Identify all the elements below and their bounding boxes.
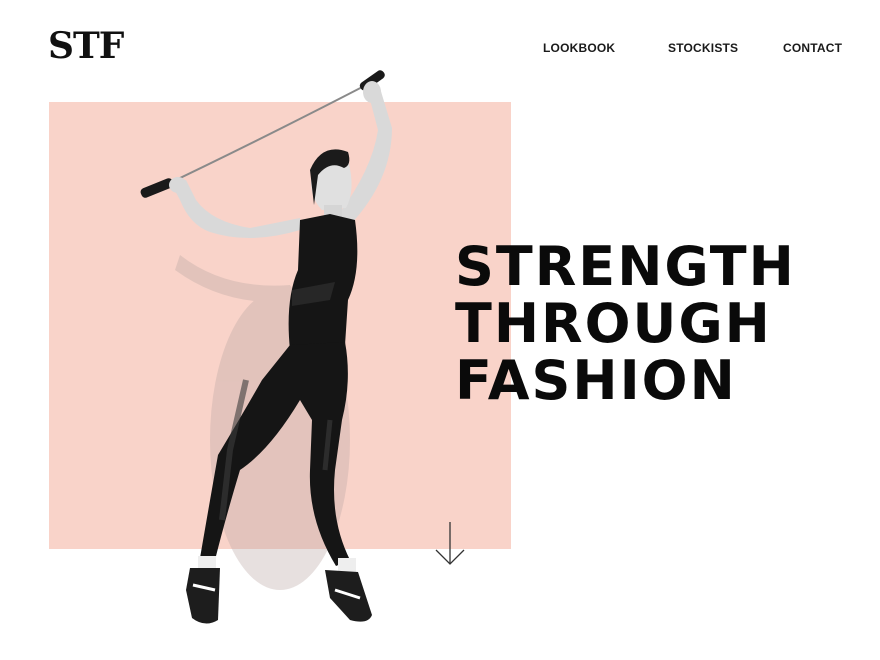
arrow-down-icon[interactable]: [434, 520, 466, 568]
headline-line-3: FASHION: [455, 349, 737, 412]
nav-link-stockists[interactable]: STOCKISTS: [668, 40, 738, 56]
nav-link-lookbook[interactable]: LOOKBOOK: [543, 40, 615, 56]
headline-line-2: THROUGH: [455, 292, 772, 355]
hero-model-image: [140, 70, 392, 624]
model-arms: [169, 81, 392, 239]
nav-link-contact[interactable]: CONTACT: [783, 40, 842, 56]
model-bodysuit-top: [288, 214, 358, 350]
hero-headline: STRENGTH THROUGH FASHION: [455, 238, 796, 409]
landing-page: STF LOOKBOOK STOCKISTS CONTACT STRENGTH …: [0, 0, 880, 660]
main-nav: LOOKBOOK STOCKISTS CONTACT: [0, 40, 880, 56]
headline-line-1: STRENGTH: [455, 235, 796, 298]
